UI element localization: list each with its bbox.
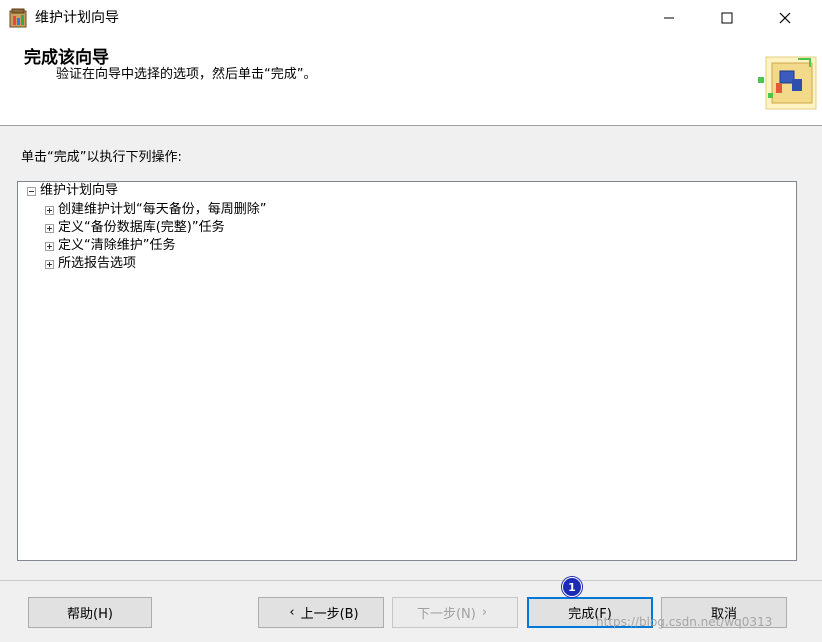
- tree-item-label: 定义“清除维护”任务: [58, 238, 176, 253]
- help-button[interactable]: 帮助(H): [28, 597, 152, 628]
- minimize-button[interactable]: [640, 0, 698, 36]
- tree-root[interactable]: 维护计划向导: [27, 182, 118, 200]
- next-button-label: 下一步(N): [416, 607, 476, 622]
- maximize-button[interactable]: [698, 0, 756, 36]
- tree-item[interactable]: 创建维护计划“每天备份，每周删除”: [45, 201, 266, 219]
- close-button[interactable]: [756, 0, 814, 36]
- next-button[interactable]: 下一步(N) ›: [392, 597, 518, 628]
- tree-item[interactable]: 所选报告选项: [45, 255, 136, 273]
- summary-tree[interactable]: 维护计划向导 创建维护计划“每天备份，每周删除” 定义“备份数据库(完整)”任务…: [17, 181, 797, 561]
- back-button-label: 上一步(B): [300, 607, 359, 622]
- expand-icon[interactable]: [45, 223, 54, 233]
- maximize-icon: [721, 12, 733, 24]
- wizard-app-icon: [9, 8, 27, 28]
- minimize-icon: [664, 17, 674, 19]
- tree-item-label: 定义“备份数据库(完整)”任务: [58, 220, 225, 235]
- watermark: https://blog.csdn.net/wq0313: [596, 615, 773, 629]
- tree-item[interactable]: 定义“备份数据库(完整)”任务: [45, 219, 225, 237]
- footer-divider: [0, 580, 822, 581]
- wizard-header: 完成该向导 验证在向导中选择的选项，然后单击“完成”。: [0, 36, 822, 126]
- back-button[interactable]: ‹ 上一步(B): [258, 597, 384, 628]
- instruction-text: 单击“完成”以执行下列操作:: [21, 150, 182, 165]
- expand-icon[interactable]: [45, 205, 54, 215]
- help-button-label: 帮助(H): [67, 607, 113, 622]
- page-subtitle: 验证在向导中选择的选项，然后单击“完成”。: [56, 67, 317, 82]
- expand-icon[interactable]: [45, 259, 54, 269]
- title-bar: 维护计划向导: [0, 0, 822, 36]
- chevron-right-icon: ›: [481, 605, 488, 620]
- tree-root-label: 维护计划向导: [40, 183, 119, 198]
- tree-item[interactable]: 定义“清除维护”任务: [45, 237, 175, 255]
- chevron-left-icon: ‹: [289, 605, 295, 620]
- tree-item-label: 创建维护计划“每天备份，每周删除”: [58, 202, 267, 217]
- window-title: 维护计划向导: [35, 10, 119, 26]
- tree-item-label: 所选报告选项: [58, 256, 137, 271]
- close-icon: [779, 12, 791, 24]
- collapse-icon[interactable]: [27, 186, 36, 196]
- wizard-graphic-icon: [758, 56, 817, 110]
- step-badge: 1: [562, 577, 582, 597]
- expand-icon[interactable]: [45, 241, 54, 251]
